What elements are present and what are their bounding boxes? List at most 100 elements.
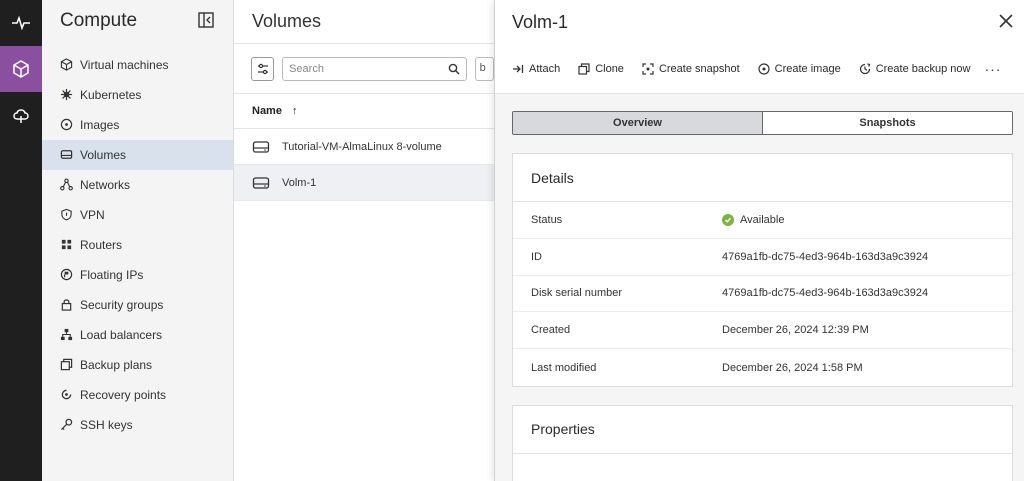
sidebar-item-label: VPN	[80, 208, 105, 222]
sidebar-item-label: SSH keys	[80, 418, 133, 432]
image-icon	[758, 62, 770, 75]
table-row[interactable]: Tutorial-VM-AlmaLinux 8-volume	[234, 129, 494, 165]
id-value: 4769a1fb-dc75-4ed3-964b-163d3a9c3924	[722, 250, 929, 263]
sidebar-item-vpn[interactable]: VPN	[42, 200, 233, 230]
sidebar-item-label: Networks	[80, 178, 131, 192]
more-actions-icon[interactable]: ···	[984, 61, 1001, 77]
search-icon	[448, 63, 460, 74]
sidebar-item-load-balancers[interactable]: Load balancers	[42, 320, 233, 350]
sidebar-item-virtual-machines[interactable]: Virtual machines	[42, 50, 233, 80]
volume-name: Volm-1	[282, 176, 317, 189]
created-value: December 26, 2024 12:39 PM	[722, 324, 869, 337]
clone-icon	[578, 62, 590, 75]
detail-tabs: Overview Snapshots	[512, 111, 1013, 135]
search-input[interactable]	[289, 62, 440, 75]
details-card: Details Status Available ID 4769a1fb-dc7…	[512, 153, 1013, 387]
sidebar-item-label: Routers	[80, 238, 123, 252]
drive-icon	[60, 150, 73, 159]
detail-row-status: Status Available	[513, 202, 1012, 239]
drive-icon	[252, 176, 270, 189]
sidebar-item-label: Load balancers	[80, 328, 163, 342]
hierarchy-icon	[60, 328, 73, 341]
rail-compute[interactable]	[0, 46, 42, 92]
table-header[interactable]: Name ↑	[234, 94, 494, 129]
volume-detail-drawer: Volm-1 Attach Clone Create snapshot Crea…	[494, 0, 1024, 481]
tab-overview[interactable]: Overview	[513, 112, 763, 134]
volumes-panel: Volumes b Name ↑ Tutorial-VM-AlmaLinux 8…	[234, 0, 494, 481]
backup-now-icon	[859, 62, 870, 74]
search-box	[282, 56, 467, 81]
router-icon	[61, 239, 72, 250]
sidebar-item-label: Images	[80, 118, 120, 132]
sort-ascending-icon[interactable]: ↑	[292, 105, 298, 117]
sidebar-item-floating-ips[interactable]: Floating IPs	[42, 260, 233, 290]
sidebar-item-ssh-keys[interactable]: SSH keys	[42, 410, 233, 440]
drawer-body: Overview Snapshots Details Status Availa…	[495, 94, 1024, 481]
rail-monitoring[interactable]	[0, 0, 42, 46]
kubernetes-icon	[60, 88, 73, 101]
app-rail	[0, 0, 42, 481]
sidebar-title: Compute	[60, 10, 138, 31]
sidebar-item-label: Volumes	[80, 148, 127, 162]
properties-card: Properties	[512, 404, 1013, 481]
close-drawer-button[interactable]	[998, 13, 1014, 32]
detail-label: Status	[531, 213, 563, 226]
sidebar-item-security-groups[interactable]: Security groups	[42, 290, 233, 320]
create-image-label: Create image	[774, 62, 841, 75]
attach-button[interactable]: Attach	[512, 63, 560, 75]
tab-snapshots[interactable]: Snapshots	[763, 112, 1012, 134]
check-circle-icon	[722, 213, 734, 226]
detail-row-last-modified: Last modified December 26, 2024 1:58 PM	[513, 349, 1012, 386]
create-snapshot-button[interactable]: Create snapshot	[642, 63, 740, 75]
sidebar-item-images[interactable]: Images	[42, 110, 233, 140]
filter-button[interactable]	[251, 56, 275, 81]
recovery-icon	[61, 389, 72, 400]
attach-icon	[513, 64, 524, 73]
collapse-sidebar-button[interactable]	[197, 11, 215, 32]
sidebar-item-label: Floating IPs	[80, 268, 144, 282]
create-backup-now-label: Create backup now	[875, 62, 971, 75]
sidebar-item-networks[interactable]: Networks	[42, 170, 233, 200]
properties-title: Properties	[513, 406, 1012, 454]
details-title: Details	[513, 154, 1012, 202]
key-icon	[60, 418, 73, 431]
disc-icon	[60, 118, 73, 131]
cube-icon	[13, 60, 29, 78]
backup-icon	[60, 358, 73, 371]
rail-cloud[interactable]	[0, 92, 42, 138]
shield-icon	[61, 208, 72, 221]
sidebar-item-label: Recovery points	[80, 388, 167, 402]
sliders-icon	[257, 63, 268, 74]
detail-row-disk-serial: Disk serial number 4769a1fb-dc75-4ed3-96…	[513, 276, 1012, 313]
create-backup-now-button[interactable]: Create backup now	[859, 62, 971, 75]
extra-filter-field[interactable]: b	[474, 56, 494, 81]
list-toolbar: b	[234, 44, 494, 94]
sidebar-item-routers[interactable]: Routers	[42, 230, 233, 260]
volume-name: Tutorial-VM-AlmaLinux 8-volume	[282, 140, 442, 153]
detail-label: Disk serial number	[531, 287, 623, 300]
detail-label: Created	[531, 324, 571, 337]
attach-label: Attach	[529, 62, 561, 75]
status-value: Available	[740, 213, 785, 226]
detail-label: Last modified	[531, 361, 597, 374]
sidebar-item-label: Security groups	[80, 298, 164, 312]
column-header-name[interactable]: Name	[252, 105, 282, 117]
collapse-icon	[198, 11, 214, 28]
cube-icon	[60, 58, 73, 71]
sidebar-item-label: Kubernetes	[80, 88, 142, 102]
table-row[interactable]: Volm-1	[234, 165, 494, 201]
create-image-button[interactable]: Create image	[758, 63, 841, 75]
activity-icon	[12, 15, 30, 31]
sidebar: Compute Virtual machines Kubernetes Imag…	[42, 0, 234, 481]
snapshot-icon	[642, 62, 654, 75]
clone-button[interactable]: Clone	[578, 63, 624, 75]
detail-label: ID	[531, 250, 542, 263]
sidebar-item-recovery-points[interactable]: Recovery points	[42, 380, 233, 410]
sidebar-item-volumes[interactable]: Volumes	[42, 140, 233, 170]
create-snapshot-label: Create snapshot	[658, 62, 740, 75]
clone-label: Clone	[595, 62, 624, 75]
last-modified-value: December 26, 2024 1:58 PM	[722, 361, 863, 374]
sidebar-item-kubernetes[interactable]: Kubernetes	[42, 80, 233, 110]
cloud-upload-icon	[13, 109, 29, 123]
sidebar-item-backup-plans[interactable]: Backup plans	[42, 350, 233, 380]
